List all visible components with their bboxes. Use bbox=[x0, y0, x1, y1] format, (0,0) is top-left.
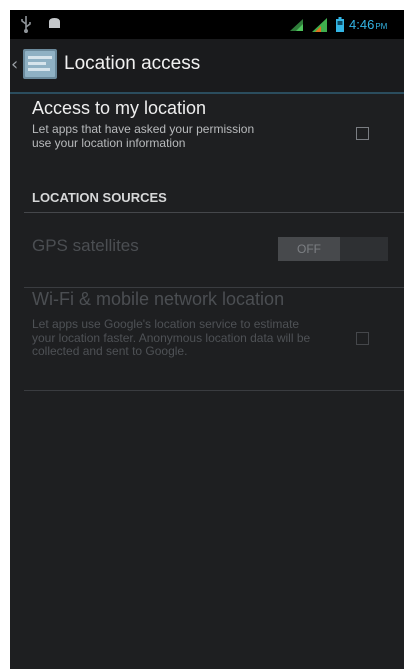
section-divider bbox=[24, 212, 404, 213]
status-bar: 4:46PM bbox=[10, 10, 404, 39]
action-bar-divider bbox=[10, 92, 404, 94]
pref-access-location-title: Access to my location bbox=[32, 98, 207, 118]
section-header-location-sources: LOCATION SOURCES bbox=[32, 190, 167, 205]
list-divider bbox=[24, 287, 404, 288]
pref-gps-title: GPS satellites bbox=[32, 236, 139, 255]
action-bar[interactable]: ‹ Location access bbox=[10, 39, 404, 92]
notification-icon bbox=[49, 18, 60, 28]
phone-screen: 4:46PM ‹ Location access Access to my lo… bbox=[10, 10, 404, 669]
status-time-value: 4:46 bbox=[349, 17, 375, 32]
access-location-checkbox[interactable] bbox=[356, 127, 369, 140]
usb-icon bbox=[21, 16, 31, 33]
up-navigation-icon[interactable]: ‹ bbox=[11, 53, 18, 77]
action-bar-title: Location access bbox=[64, 53, 201, 74]
status-time: 4:46PM bbox=[349, 17, 387, 32]
pref-access-location-summary: Let apps that have asked your permission… bbox=[32, 122, 255, 150]
status-ampm: PM bbox=[375, 22, 388, 31]
pref-wifi-mobile-summary: Let apps use Google's location service t… bbox=[32, 317, 311, 358]
list-divider bbox=[24, 390, 404, 391]
wifi-mobile-checkbox[interactable] bbox=[356, 332, 369, 345]
signal-icon bbox=[312, 18, 327, 32]
signal-icon bbox=[290, 19, 303, 31]
pref-wifi-mobile-title: Wi-Fi & mobile network location bbox=[32, 289, 285, 309]
battery-icon bbox=[336, 17, 344, 32]
gps-toggle-thumb: OFF bbox=[278, 237, 340, 261]
gps-toggle-switch[interactable]: OFF bbox=[278, 237, 388, 261]
settings-app-icon[interactable] bbox=[22, 46, 58, 82]
